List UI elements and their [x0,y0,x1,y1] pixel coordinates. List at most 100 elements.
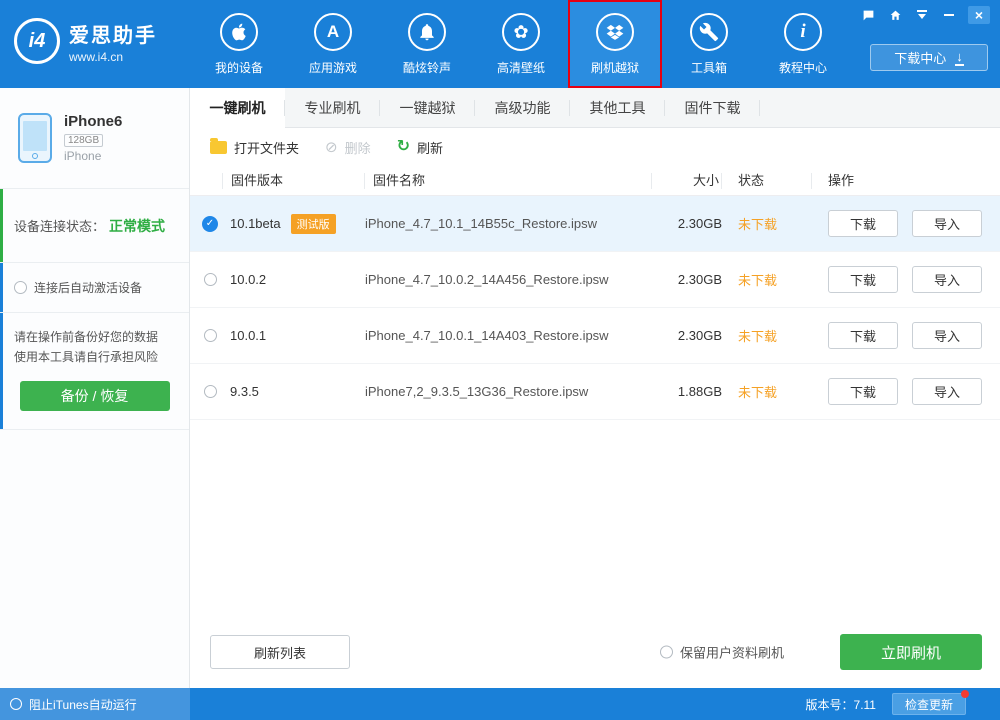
connection-status-label: 设备连接状态： [14,219,106,234]
nav-item-wallpapers[interactable]: ✿ 高清壁纸 [474,0,568,88]
app-logo: i4 爱思助手 www.i4.cn [14,18,157,64]
delete-icon: ⊘ [325,138,338,156]
close-icon[interactable]: × [968,6,990,24]
nav-label: 教程中心 [778,60,827,75]
i4-logo-icon: i4 [14,18,60,64]
download-button[interactable]: 下载 [828,322,898,349]
status-bar: 阻止iTunes自动运行 版本号：7.11 检查更新 [0,688,1000,720]
app-title: 爱思助手 [69,24,157,47]
home-icon[interactable] [887,6,903,24]
nav-item-my-devices[interactable]: 我的设备 [192,0,286,88]
row-radio[interactable] [203,329,217,342]
nav-item-ringtones[interactable]: 酷炫铃声 [380,0,474,88]
firmware-size: 2.30GB [677,216,722,231]
folder-icon [210,137,227,154]
download-status: 未下载 [738,329,778,344]
row-radio[interactable] [203,385,217,398]
firmware-name: iPhone_4.7_10.0.2_14A456_Restore.ipsw [365,272,609,287]
firmware-size: 2.30GB [677,328,722,343]
main-panel: 一键刷机 专业刷机 一键越狱 高级功能 其他工具 固件下载 打开文件夹 ⊘ 删除… [190,88,1000,688]
row-radio-selected[interactable]: ✓ [202,215,218,232]
download-icon: ↓ [955,48,964,66]
keep-user-data-label: 保留用户资料刷机 [680,645,785,661]
download-button[interactable]: 下载 [828,378,898,405]
warning-line-2: 使用本工具请自行承担风险 [14,350,159,364]
block-itunes-label: 阻止iTunes自动运行 [29,697,137,712]
app-url: www.i4.cn [69,49,124,64]
header: i4 爱思助手 www.i4.cn 我的设备 A 应用游戏 酷炫铃声 ✿ 高清壁… [0,0,1000,88]
connection-status-value: 正常模式 [109,217,166,234]
refresh-button[interactable]: ↻ 刷新 [397,138,443,157]
row-radio[interactable] [203,273,217,286]
header-firmware-version: 固件版本 [222,172,365,189]
sidebar: iPhone6 128GB iPhone 设备连接状态： 正常模式 连接后自动激… [0,88,190,688]
refresh-list-button[interactable]: 刷新列表 [210,635,350,669]
device-name: iPhone6 [64,113,123,130]
import-button[interactable]: 导入 [912,266,982,293]
header-select-column [190,173,222,189]
i4-logo-text: i4 [28,29,46,52]
block-itunes-radio[interactable] [10,698,22,710]
nav-item-apps-games[interactable]: A 应用游戏 [286,0,380,88]
tab-pro-flash[interactable]: 专业刷机 [285,88,380,127]
nav-label: 刷机越狱 [590,60,639,75]
block-itunes-option: 阻止iTunes自动运行 [0,688,190,720]
window-controls: × [860,6,990,24]
skin-icon[interactable] [914,6,930,24]
backup-warning-panel: 请在操作前备份好您的数据 使用本工具请自行承担风险 备份 / 恢复 [0,313,189,430]
wrench-icon [690,12,728,51]
import-button[interactable]: 导入 [912,378,982,405]
check-update-button[interactable]: 检查更新 [891,690,969,715]
import-button[interactable]: 导入 [912,322,982,349]
table-row[interactable]: 10.0.1 iPhone_4.7_10.0.1_14A403_Restore.… [190,308,1000,364]
firmware-version: 10.0.1 [230,328,267,343]
header-firmware-name: 固件名称 [365,172,652,189]
firmware-size: 1.88GB [677,384,722,399]
open-folder-button[interactable]: 打开文件夹 [210,137,299,157]
device-type: iPhone [64,149,102,163]
firmware-size: 2.30GB [677,272,722,287]
backup-restore-button[interactable]: 备份 / 恢复 [19,381,170,411]
logo-text-block: 爱思助手 www.i4.cn [69,19,157,64]
nav-label: 酷炫铃声 [402,60,451,75]
main-nav: 我的设备 A 应用游戏 酷炫铃声 ✿ 高清壁纸 刷机越狱 工具箱 i 教程中心 [192,0,850,88]
auto-activate-radio[interactable] [14,281,27,294]
appstore-icon: A [314,12,352,51]
table-row[interactable]: ✓ 10.1beta 测试版 iPhone_4.7_10.1_14B55c_Re… [190,196,1000,252]
nav-item-tutorials[interactable]: i 教程中心 [756,0,850,88]
device-info-panel: iPhone6 128GB iPhone [0,88,189,189]
app-window: i4 爱思助手 www.i4.cn 我的设备 A 应用游戏 酷炫铃声 ✿ 高清壁… [0,0,1000,720]
flash-now-button[interactable]: 立即刷机 [840,634,982,670]
firmware-list: ✓ 10.1beta 测试版 iPhone_4.7_10.1_14B55c_Re… [190,196,1000,420]
download-button[interactable]: 下载 [828,210,898,237]
beta-badge: 测试版 [290,213,336,234]
chat-icon[interactable] [860,6,876,24]
version-text: 版本号：7.11 [805,697,876,712]
import-button[interactable]: 导入 [912,210,982,237]
warning-line-1: 请在操作前备份好您的数据 [14,330,159,344]
firmware-name: iPhone7,2_9.3.5_13G36_Restore.ipsw [365,384,589,399]
bell-icon [408,12,446,51]
download-center-button[interactable]: 下载中心 ↓ [870,44,988,71]
table-row[interactable]: 10.0.2 iPhone_4.7_10.0.2_14A456_Restore.… [190,252,1000,308]
tab-one-click-jailbreak[interactable]: 一键越狱 [380,88,475,127]
tab-bar: 一键刷机 专业刷机 一键越狱 高级功能 其他工具 固件下载 [190,88,1000,128]
keep-user-data-radio[interactable] [660,645,673,659]
header-size: 大小 [652,172,722,189]
download-button[interactable]: 下载 [828,266,898,293]
firmware-name: iPhone_4.7_10.1_14B55c_Restore.ipsw [365,216,598,231]
keep-user-data-option: 保留用户资料刷机 [660,643,784,662]
nav-item-flash-jailbreak[interactable]: 刷机越狱 [568,0,662,88]
tab-other-tools[interactable]: 其他工具 [570,88,665,127]
tab-one-click-flash[interactable]: 一键刷机 [190,88,285,127]
download-status: 未下载 [738,217,778,232]
nav-label: 我的设备 [214,60,263,75]
tab-firmware-download[interactable]: 固件下载 [665,88,760,127]
minimize-icon[interactable] [941,6,957,24]
table-row[interactable]: 9.3.5 iPhone7,2_9.3.5_13G36_Restore.ipsw… [190,364,1000,420]
tab-advanced[interactable]: 高级功能 [475,88,570,127]
wallpaper-flower-icon: ✿ [502,12,540,51]
firmware-version: 9.3.5 [230,384,259,399]
delete-button[interactable]: ⊘ 删除 [325,138,371,157]
nav-item-toolbox[interactable]: 工具箱 [662,0,756,88]
